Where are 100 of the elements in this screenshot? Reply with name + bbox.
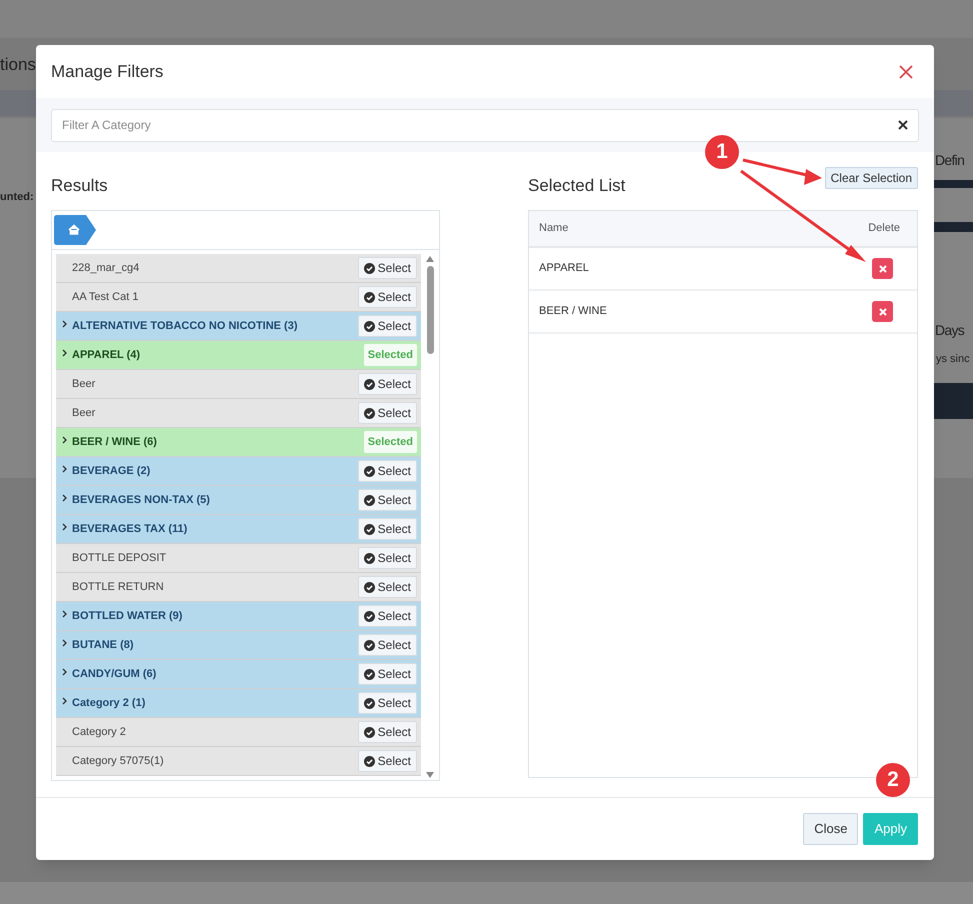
check-circle-icon — [364, 494, 375, 506]
category-row[interactable]: BUTANE (8) Select — [56, 631, 421, 660]
select-button[interactable]: Select — [358, 576, 417, 598]
table-cell-text: APPAREL — [539, 261, 589, 276]
select-button[interactable]: Select — [358, 692, 417, 714]
category-name: Category 57075(1) — [72, 754, 164, 769]
check-circle-icon — [364, 466, 375, 476]
category-row[interactable]: AA Test Cat 1 Select — [56, 283, 421, 312]
category-row[interactable]: BEER / WINE (6) Selected — [56, 428, 421, 457]
check-circle-icon — [364, 552, 375, 564]
category-row[interactable]: Category 2 (1) Select — [56, 689, 421, 718]
category-row[interactable]: BEVERAGES TAX (11) Select — [56, 515, 421, 544]
select-button[interactable]: Select — [358, 373, 417, 395]
chevron-right-icon[interactable] — [62, 639, 68, 647]
check-circle-icon — [364, 378, 375, 390]
category-name: BUTANE (8) — [72, 638, 134, 653]
selected-badge: Selected — [364, 431, 417, 453]
results-title: Results — [51, 177, 108, 194]
chevron-right-icon[interactable] — [62, 436, 68, 444]
category-name: BEVERAGES NON-TAX (5) — [72, 492, 210, 508]
select-button[interactable]: Select — [358, 489, 417, 511]
column-header: Delete — [868, 221, 900, 236]
check-circle-icon — [364, 320, 375, 332]
category-row[interactable]: Category 57075(1) Select — [56, 747, 421, 776]
category-row[interactable]: CANDY/GUM (6) Select — [56, 660, 421, 689]
scroll-down-icon[interactable] — [426, 772, 434, 778]
select-button[interactable]: Select — [358, 605, 417, 627]
category-name: Category 2 (1) — [72, 696, 146, 711]
delete-button[interactable] — [872, 258, 893, 279]
close-icon — [878, 264, 886, 272]
select-button[interactable]: Select — [358, 721, 417, 743]
category-row[interactable]: BOTTLE DEPOSIT Select — [56, 544, 421, 573]
select-button[interactable]: Select — [358, 750, 417, 772]
category-row[interactable]: BOTTLE RETURN Select — [56, 573, 421, 602]
check-circle-icon — [364, 668, 375, 680]
category-name: ALTERNATIVE TOBACCO NO NICOTINE (3) — [72, 318, 298, 334]
filter-input-field[interactable]: Filter A Category — [51, 108, 919, 142]
select-button[interactable]: Select — [358, 460, 417, 482]
category-row[interactable]: BEVERAGE (2) Select — [56, 457, 421, 486]
category-row[interactable]: Beer Select — [56, 399, 421, 428]
category-name: APPAREL (4) — [72, 348, 140, 363]
select-button[interactable]: Select — [358, 315, 417, 337]
category-row[interactable]: Beer Select — [56, 370, 421, 399]
check-circle-icon — [364, 726, 375, 738]
chevron-right-icon[interactable] — [62, 668, 68, 676]
column-header: Name — [539, 221, 568, 236]
select-button[interactable]: Select — [358, 518, 417, 540]
table-cell-text: BEER / WINE — [539, 304, 607, 320]
category-name: BEER / WINE (6) — [72, 434, 157, 450]
scroll-up-icon[interactable] — [426, 256, 434, 262]
background-text: Days — [935, 321, 964, 340]
category-name: BOTTLED WATER (9) — [72, 608, 182, 624]
close-icon — [878, 308, 886, 316]
selected-badge: Selected — [364, 344, 417, 366]
category-name: BEVERAGE (2) — [72, 464, 150, 479]
select-button[interactable]: Select — [358, 257, 417, 279]
category-name: CANDY/GUM (6) — [72, 666, 156, 682]
check-circle-icon — [364, 262, 375, 274]
category-name: BEVERAGES TAX (11) — [72, 522, 188, 537]
category-name: Beer — [72, 406, 96, 421]
clear-icon[interactable] — [898, 120, 908, 130]
home-breadcrumb[interactable] — [54, 215, 96, 245]
category-name: 228_mar_cg4 — [72, 260, 140, 276]
check-circle-icon — [364, 408, 375, 418]
category-name: BOTTLE DEPOSIT — [72, 550, 166, 566]
category-row[interactable]: BEVERAGES NON-TAX (5) Select — [56, 486, 421, 515]
filter-input[interactable]: Filter A Category — [62, 116, 898, 134]
chevron-right-icon[interactable] — [62, 610, 68, 618]
modal-title: Manage Filters — [51, 60, 164, 83]
check-circle-icon — [364, 292, 375, 302]
chevron-right-icon[interactable] — [62, 465, 68, 473]
chevron-right-icon[interactable] — [62, 494, 68, 502]
chevron-right-icon[interactable] — [62, 320, 68, 328]
background-text: tions — [0, 54, 36, 76]
category-row[interactable]: BOTTLED WATER (9) Select — [56, 602, 421, 631]
select-button[interactable]: Select — [358, 663, 417, 685]
check-circle-icon — [364, 582, 375, 592]
select-button[interactable]: Select — [358, 547, 417, 569]
chevron-right-icon[interactable] — [62, 523, 68, 531]
select-button[interactable]: Select — [358, 402, 417, 424]
background-text: Defin — [935, 151, 964, 170]
category-name: AA Test Cat 1 — [72, 290, 138, 305]
check-circle-icon — [364, 698, 375, 708]
select-button[interactable]: Select — [358, 634, 417, 656]
chevron-right-icon[interactable] — [62, 349, 68, 357]
category-row[interactable]: APPAREL (4) Selected — [56, 341, 421, 370]
category-name: Beer — [72, 376, 96, 392]
category-name: BOTTLE RETURN — [72, 580, 164, 595]
category-row[interactable]: ALTERNATIVE TOBACCO NO NICOTINE (3) Select — [56, 312, 421, 341]
page-dark-block — [934, 383, 973, 419]
check-circle-icon — [364, 524, 375, 534]
category-row[interactable]: 228_mar_cg4 Select — [56, 254, 421, 283]
clear-selection-button[interactable]: Clear Selection — [824, 167, 918, 189]
close-button[interactable]: Close — [803, 813, 858, 845]
close-icon[interactable] — [899, 64, 913, 78]
delete-button[interactable] — [872, 301, 893, 322]
category-row[interactable]: Category 2 Select — [56, 718, 421, 747]
background-text: unted: — [0, 190, 34, 205]
select-button[interactable]: Select — [358, 286, 417, 308]
chevron-right-icon[interactable] — [62, 697, 68, 705]
